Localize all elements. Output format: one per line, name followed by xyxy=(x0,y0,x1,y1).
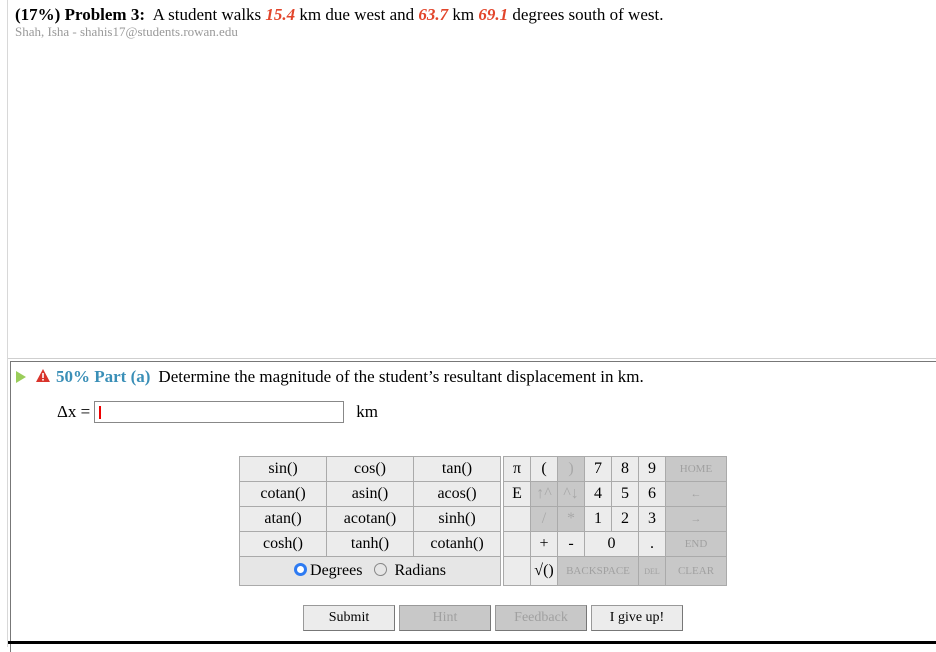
feedback-button[interactable]: Feedback xyxy=(495,605,587,631)
key-cos[interactable]: cos() xyxy=(326,456,414,482)
warning-icon xyxy=(36,367,50,387)
problem-statement: (17%) Problem 3: A student walks 15.4 km… xyxy=(15,5,663,25)
part-percent: 50% Part (a) xyxy=(56,367,151,386)
text-cursor xyxy=(99,406,101,419)
divider xyxy=(8,358,936,359)
key-0[interactable]: 0 xyxy=(584,531,639,557)
key-cotanh[interactable]: cotanh() xyxy=(413,531,501,557)
key-blank xyxy=(503,531,531,557)
value-distance-1: 15.4 xyxy=(265,5,296,24)
answer-label: Δx = xyxy=(57,402,91,421)
student-info: Shah, Isha - shahis17@students.rowan.edu xyxy=(15,24,238,39)
key-superscript-up[interactable]: ↑^ xyxy=(530,481,558,507)
radio-degrees[interactable] xyxy=(294,563,308,576)
key-home[interactable]: HOME xyxy=(665,456,727,482)
key-plus[interactable]: + xyxy=(530,531,558,557)
key-pi[interactable]: π xyxy=(503,456,531,482)
key-tan[interactable]: tan() xyxy=(413,456,501,482)
key-1[interactable]: 1 xyxy=(584,506,612,532)
play-icon[interactable] xyxy=(16,371,26,383)
answer-input[interactable] xyxy=(94,401,345,423)
key-7[interactable]: 7 xyxy=(584,456,612,482)
key-right-arrow[interactable]: → xyxy=(665,506,727,532)
key-decimal[interactable]: . xyxy=(638,531,666,557)
hint-button[interactable]: Hint xyxy=(399,605,491,631)
problem-text: A student walks xyxy=(152,5,262,24)
submit-button[interactable]: Submit xyxy=(303,605,395,631)
give-up-button[interactable]: I give up! xyxy=(591,605,683,631)
key-blank xyxy=(503,556,531,586)
angle-mode: Degrees Radians xyxy=(239,556,501,586)
key-8[interactable]: 8 xyxy=(611,456,639,482)
radio-radians[interactable] xyxy=(374,563,388,576)
key-cosh[interactable]: cosh() xyxy=(239,531,327,557)
degrees-label: Degrees xyxy=(310,562,363,579)
key-acotan[interactable]: acotan() xyxy=(326,506,414,532)
answer-row: Δx = km xyxy=(57,401,378,423)
answer-unit: km xyxy=(356,402,379,421)
key-blank xyxy=(503,506,531,532)
part-header: 50% Part (a) Determine the magnitude of … xyxy=(16,367,644,387)
key-3[interactable]: 3 xyxy=(638,506,666,532)
key-acos[interactable]: acos() xyxy=(413,481,501,507)
key-left-paren[interactable]: ( xyxy=(530,456,558,482)
key-asin[interactable]: asin() xyxy=(326,481,414,507)
key-end[interactable]: END xyxy=(665,531,727,557)
key-clear[interactable]: CLEAR xyxy=(665,556,727,586)
key-backspace[interactable]: BACKSPACE xyxy=(557,556,639,586)
key-tanh[interactable]: tanh() xyxy=(326,531,414,557)
key-cotan[interactable]: cotan() xyxy=(239,481,327,507)
key-sqrt[interactable]: √() xyxy=(530,556,558,586)
key-minus[interactable]: - xyxy=(557,531,585,557)
key-atan[interactable]: atan() xyxy=(239,506,327,532)
divider xyxy=(8,641,936,644)
key-e[interactable]: E xyxy=(503,481,531,507)
action-buttons: Submit Hint Feedback I give up! xyxy=(303,605,683,631)
key-right-paren[interactable]: ) xyxy=(557,456,585,482)
key-4[interactable]: 4 xyxy=(584,481,612,507)
value-angle: 69.1 xyxy=(478,5,509,24)
key-sin[interactable]: sin() xyxy=(239,456,327,482)
key-superscript-down[interactable]: ^↓ xyxy=(557,481,585,507)
key-2[interactable]: 2 xyxy=(611,506,639,532)
key-sinh[interactable]: sinh() xyxy=(413,506,501,532)
part-question: Determine the magnitude of the student’s… xyxy=(158,367,644,386)
key-6[interactable]: 6 xyxy=(638,481,666,507)
trig-function-pad: sin() cos() tan() cotan() asin() acos() … xyxy=(239,456,501,586)
problem-percent: (17%) xyxy=(15,5,61,24)
key-9[interactable]: 9 xyxy=(638,456,666,482)
key-del[interactable]: DEL xyxy=(638,556,666,586)
problem-text: km xyxy=(452,5,475,24)
problem-text: degrees south of west. xyxy=(512,5,664,24)
key-left-arrow[interactable]: ← xyxy=(665,481,727,507)
problem-label: Problem 3: xyxy=(64,5,145,24)
problem-text: km due west and xyxy=(299,5,415,24)
keypad: π ( ) 7 8 9 HOME E ↑^ ^↓ 4 5 6 ← / * 1 2… xyxy=(503,456,727,586)
key-5[interactable]: 5 xyxy=(611,481,639,507)
key-multiply[interactable]: * xyxy=(557,506,585,532)
radians-label: Radians xyxy=(394,562,446,579)
key-divide[interactable]: / xyxy=(530,506,558,532)
left-border xyxy=(7,0,8,647)
value-distance-2: 63.7 xyxy=(418,5,449,24)
